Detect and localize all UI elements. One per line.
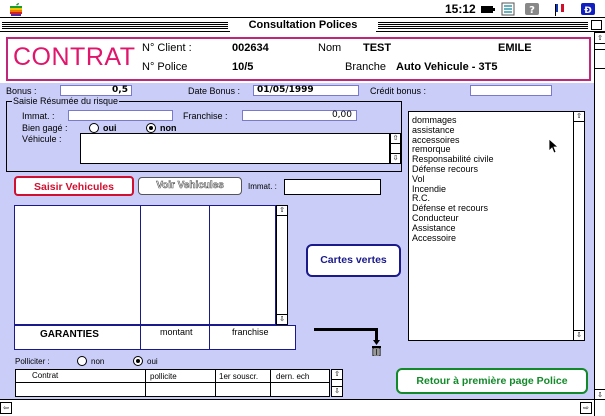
polliciter-label: Polliciter : — [15, 357, 50, 366]
franchise-value: 0,00 — [331, 110, 352, 120]
scroll-right-icon[interactable]: ⇨ — [580, 402, 592, 414]
cartes-vertes-button[interactable]: Cartes vertes — [306, 244, 401, 277]
polliciter-oui-radio[interactable] — [133, 356, 143, 366]
list-item[interactable]: Accessoire — [412, 233, 573, 244]
date-bonus-label: Date Bonus : — [188, 86, 241, 96]
list-item[interactable]: Incendie — [412, 184, 573, 195]
scroll-up-icon[interactable]: ⇧ — [390, 133, 401, 144]
contract-column-header: dern. ech — [276, 372, 310, 381]
cursor-arrow-icon — [548, 138, 560, 154]
title-bar-stripes — [378, 21, 588, 30]
help-icon[interactable]: ? — [524, 2, 540, 16]
row-divider — [15, 382, 330, 383]
prenom-value: EMILE — [498, 42, 532, 54]
gage-non-label: non — [160, 123, 177, 133]
vehicles-immat-field[interactable] — [284, 179, 381, 195]
polliciter-non-radio[interactable] — [77, 356, 87, 366]
montant-column-header: montant — [160, 327, 193, 337]
application-icon[interactable]: Ð — [580, 2, 596, 16]
window-title: Consultation Polices — [230, 18, 376, 32]
horizontal-scrollbar[interactable]: ⇦ ⇨ — [0, 399, 605, 416]
vehicule-field[interactable] — [80, 133, 390, 164]
vehicles-immat-label: Immat. : — [248, 182, 277, 191]
column-divider — [270, 369, 271, 397]
contract-column-header: pollicite — [150, 372, 177, 381]
svg-text:?: ? — [529, 5, 535, 16]
scroll-left-icon[interactable]: ⇦ — [0, 402, 12, 414]
page-title: CONTRAT — [13, 43, 136, 71]
scroll-down-icon[interactable]: ⇩ — [331, 386, 343, 397]
nom-label: Nom — [318, 42, 342, 54]
franchise-field[interactable]: 0,00 — [242, 110, 357, 121]
menu-bar: 15:12 ? Ð — [0, 0, 605, 18]
immat-field[interactable] — [68, 110, 173, 121]
police-label: N° Police — [142, 61, 188, 73]
police-value: 10/5 — [232, 61, 254, 73]
vehicule-label: Véhicule : — [22, 134, 62, 144]
date-bonus-field[interactable]: 01/05/1999 — [253, 85, 359, 96]
gage-oui-label: oui — [103, 123, 117, 133]
gage-label: Bien gagé : — [22, 123, 68, 133]
battery-icon[interactable] — [480, 2, 496, 16]
zoom-box[interactable] — [591, 20, 602, 30]
branche-label: Branche — [345, 61, 386, 73]
column-divider — [145, 369, 146, 397]
contract-table-scrollbar[interactable]: ⇧ ⇩ — [331, 369, 343, 397]
risk-list-scrollbar[interactable]: ⇧ ⇩ — [573, 111, 585, 341]
franchise-label: Franchise : — [183, 111, 228, 121]
branche-value: Auto Vehicule - 3T5 — [396, 61, 498, 73]
contract-column-header: 1er souscr. — [219, 372, 259, 381]
immat-label: Immat. : — [22, 111, 55, 121]
gage-non-radio[interactable] — [146, 123, 156, 133]
client-value: 002634 — [232, 42, 269, 54]
window-scrollbar[interactable]: ⇧ ⇩ — [594, 32, 605, 401]
connector-line — [314, 328, 378, 331]
column-divider — [140, 325, 141, 350]
vehicule-scrollbar[interactable]: ⇧ ⇩ — [390, 133, 401, 164]
column-divider — [209, 325, 210, 350]
title-bar-stripes — [2, 21, 228, 30]
flag-icon[interactable] — [552, 2, 568, 16]
scroll-up-icon[interactable]: ⇧ — [331, 369, 343, 380]
bonus-field[interactable]: 0,5 — [60, 85, 132, 96]
polliciter-non-label: non — [91, 357, 105, 366]
credit-bonus-field[interactable] — [470, 85, 552, 96]
resize-grip-icon[interactable] — [594, 400, 605, 416]
nom-value: TEST — [363, 42, 392, 54]
trash-icon[interactable] — [370, 338, 383, 356]
date-bonus-value: 01/05/1999 — [257, 85, 314, 95]
garanties-scrollbar[interactable]: ⇧ ⇩ — [276, 205, 288, 325]
list-item[interactable]: Défense recours — [412, 164, 573, 175]
apple-logo-icon[interactable] — [8, 2, 24, 16]
svg-text:Ð: Ð — [584, 6, 592, 16]
column-divider — [140, 205, 141, 325]
scroll-up-icon[interactable]: ⇧ — [594, 32, 605, 44]
bonus-label: Bonus : — [6, 86, 37, 96]
scroll-down-icon[interactable]: ⇩ — [573, 330, 585, 341]
franchise-column-header: franchise — [232, 327, 269, 337]
column-divider — [215, 369, 216, 397]
client-label: N° Client : — [142, 42, 192, 54]
scroll-thumb[interactable] — [595, 49, 605, 69]
saisir-vehicules-button[interactable]: Saisir Vehicules — [14, 176, 134, 196]
polliciter-oui-label: oui — [147, 357, 158, 366]
garanties-table[interactable] — [14, 205, 276, 325]
gage-oui-radio[interactable] — [89, 123, 99, 133]
credit-bonus-label: Crédit bonus : — [370, 86, 427, 96]
risk-summary-title: Saisie Résumée du risque — [12, 96, 120, 106]
scroll-down-icon[interactable]: ⇩ — [390, 153, 401, 164]
app-menu-icon[interactable] — [500, 2, 516, 16]
contract-column-header: Contrat — [32, 371, 59, 380]
scroll-down-icon[interactable]: ⇩ — [276, 314, 288, 325]
column-divider — [209, 205, 210, 325]
voir-vehicules-button[interactable]: Voir Vehicules — [138, 177, 242, 195]
retour-premiere-page-button[interactable]: Retour à première page Police — [396, 368, 588, 394]
garanties-column-header: GARANTIES — [40, 329, 99, 340]
clock: 15:12 — [445, 2, 476, 16]
scroll-up-icon[interactable]: ⇧ — [573, 111, 585, 122]
scroll-up-icon[interactable]: ⇧ — [276, 205, 288, 216]
bonus-value: 0,5 — [112, 85, 128, 95]
